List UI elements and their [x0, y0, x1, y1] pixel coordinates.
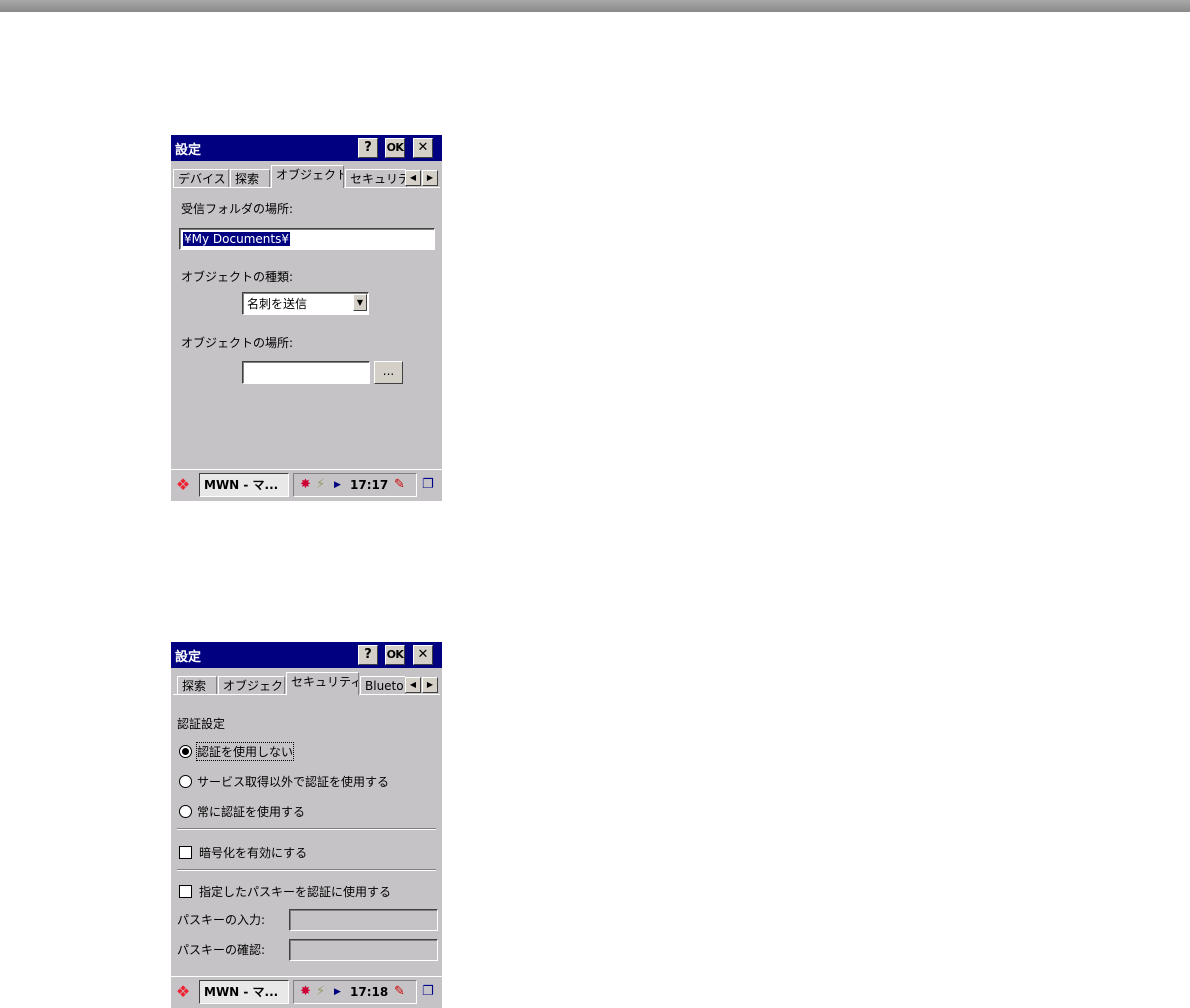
input-panel-pen-icon[interactable]: ✎: [394, 984, 405, 1000]
window-title: 設定: [175, 650, 202, 665]
tab-scroll-left-icon[interactable]: ◀: [405, 677, 421, 693]
passkey-input-field[interactable]: [289, 909, 438, 931]
radio-no-auth[interactable]: [179, 745, 192, 758]
passkey-confirm-field[interactable]: [289, 939, 438, 961]
taskbar: ❖ MWN - マ... ✸ ⚡ ▶ 17:18 ✎ ❐: [171, 976, 442, 1008]
object-type-select[interactable]: 名刺を送信 ▼: [242, 292, 369, 315]
tab-scroll-left-icon[interactable]: ◀: [405, 170, 421, 186]
tab-scroll-right-icon[interactable]: ▶: [422, 677, 438, 693]
tab-discovery[interactable]: 探索: [230, 169, 270, 187]
title-bar: 設定 ? OK ✕: [171, 135, 442, 161]
document-top-rule: [0, 0, 1190, 12]
ok-button[interactable]: OK: [385, 645, 405, 665]
taskbar-task-button[interactable]: MWN - マ...: [199, 473, 289, 497]
security-panel: 認証設定 認証を使用しない サービス取得以外で認証を使用する 常に認証を使用する…: [173, 694, 440, 977]
radio-no-auth-label[interactable]: 認証を使用しない: [195, 742, 295, 761]
radio-always-auth[interactable]: [179, 805, 192, 818]
passkey-use-checkbox[interactable]: [179, 885, 192, 898]
start-windows-icon[interactable]: ❖: [173, 475, 193, 495]
chevron-down-icon[interactable]: ▼: [353, 294, 367, 311]
clock[interactable]: 17:18: [350, 984, 388, 1000]
bluetooth-status-icon[interactable]: ✸: [300, 984, 311, 1000]
inbox-location-input[interactable]: ¥My Documents¥: [179, 228, 435, 250]
passkey-use-label[interactable]: 指定したパスキーを認証に使用する: [199, 883, 391, 900]
power-plug-icon[interactable]: ⚡: [316, 984, 325, 1000]
passkey-confirm-label: パスキーの確認:: [177, 943, 266, 957]
window-switch-icon[interactable]: ❐: [422, 476, 440, 494]
tab-security[interactable]: セキュリティ: [286, 672, 359, 695]
help-button[interactable]: ?: [358, 645, 378, 665]
divider: [177, 869, 436, 871]
inbox-location-value: ¥My Documents¥: [183, 232, 290, 246]
settings-dialog-security-tab: 設定 ? OK ✕ 探索 オブジェクト セキュリティ Blueto ◀ ▶ 認証…: [171, 642, 442, 1008]
close-button[interactable]: ✕: [413, 138, 433, 158]
tab-strip: デバイス 探索 オブジェクト セキュリティ ◀ ▶: [173, 165, 440, 188]
system-tray: ✸ ⚡ ▶ 17:17 ✎: [293, 473, 417, 497]
input-panel-pen-icon[interactable]: ✎: [394, 477, 405, 493]
encrypt-label[interactable]: 暗号化を有効にする: [199, 844, 307, 861]
ok-button[interactable]: OK: [385, 138, 405, 158]
close-button[interactable]: ✕: [413, 645, 433, 665]
encrypt-checkbox[interactable]: [179, 846, 192, 859]
object-type-value: 名刺を送信: [247, 297, 308, 311]
browse-button[interactable]: ...: [374, 361, 403, 384]
system-tray: ✸ ⚡ ▶ 17:18 ✎: [293, 980, 417, 1004]
tab-scroll-right-icon[interactable]: ▶: [422, 170, 438, 186]
passkey-input-label: パスキーの入力:: [177, 913, 266, 927]
window-title: 設定: [175, 143, 202, 158]
tab-strip: 探索 オブジェクト セキュリティ Blueto ◀ ▶: [173, 672, 440, 695]
help-button[interactable]: ?: [358, 138, 378, 158]
title-bar: 設定 ? OK ✕: [171, 642, 442, 668]
tab-device[interactable]: デバイス: [173, 169, 229, 187]
object-location-input[interactable]: [242, 361, 370, 384]
tab-discovery[interactable]: 探索: [177, 676, 217, 694]
start-windows-icon[interactable]: ❖: [173, 982, 193, 1002]
window-switch-icon[interactable]: ❐: [422, 983, 440, 1001]
clock[interactable]: 17:17: [350, 477, 388, 493]
auth-settings-label: 認証設定: [177, 717, 226, 731]
tray-expand-icon[interactable]: ▶: [334, 984, 341, 1000]
bluetooth-status-icon[interactable]: ✸: [300, 477, 311, 493]
taskbar: ❖ MWN - マ... ✸ ⚡ ▶ 17:17 ✎ ❐: [171, 469, 442, 501]
tab-security[interactable]: セキュリティ: [345, 169, 407, 187]
radio-always-auth-label[interactable]: 常に認証を使用する: [197, 803, 305, 820]
taskbar-task-button[interactable]: MWN - マ...: [199, 980, 289, 1004]
radio-auth-except-service[interactable]: [179, 775, 192, 788]
object-panel: 受信フォルダの場所: ¥My Documents¥ オブジェクトの種類: 名刺を…: [173, 187, 440, 470]
radio-auth-except-service-label[interactable]: サービス取得以外で認証を使用する: [197, 773, 389, 790]
tab-bluetooth[interactable]: Blueto: [360, 676, 406, 694]
object-type-label: オブジェクトの種類:: [181, 270, 294, 284]
object-location-label: オブジェクトの場所:: [181, 336, 294, 350]
tab-object[interactable]: オブジェクト: [271, 165, 344, 188]
settings-dialog-object-tab: 設定 ? OK ✕ デバイス 探索 オブジェクト セキュリティ ◀ ▶ 受信フォ…: [171, 135, 442, 501]
inbox-location-label: 受信フォルダの場所:: [181, 202, 294, 216]
divider: [177, 828, 436, 830]
tab-object[interactable]: オブジェクト: [218, 676, 285, 694]
tray-expand-icon[interactable]: ▶: [334, 477, 341, 493]
power-plug-icon[interactable]: ⚡: [316, 477, 325, 493]
